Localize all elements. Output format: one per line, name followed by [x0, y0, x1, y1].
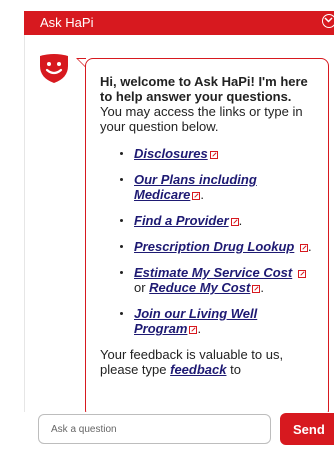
list-item: Join our Living Well Program.: [120, 306, 314, 336]
feedback-text: Your feedback is valuable to us, please …: [100, 347, 314, 377]
external-link-icon[interactable]: [192, 191, 201, 200]
find-provider-link[interactable]: Find a Provider: [134, 213, 229, 228]
quick-links-list: Disclosures Our Plans including Medicare…: [100, 146, 314, 336]
link-joiner: or: [134, 280, 150, 295]
link-suffix: .: [307, 239, 312, 254]
send-button[interactable]: Send: [280, 413, 334, 445]
link-suffix: .: [197, 321, 202, 336]
list-item: Our Plans including Medicare.: [120, 172, 314, 202]
question-input[interactable]: [38, 414, 271, 444]
reduce-cost-link[interactable]: Reduce My Cost: [149, 280, 250, 295]
list-item: Find a Provider.: [120, 213, 314, 228]
list-item: Estimate My Service Cost or Reduce My Co…: [120, 265, 314, 295]
feedback-tail: to: [226, 362, 241, 377]
estimate-cost-link[interactable]: Estimate My Service Cost: [134, 265, 292, 280]
chat-input-bar: Send: [24, 412, 334, 450]
smiley-shield-icon: [38, 52, 70, 84]
external-link-icon[interactable]: [230, 217, 239, 226]
external-link-icon[interactable]: [297, 269, 306, 278]
greeting-text: You may access the links or type in your…: [100, 104, 303, 134]
external-link-icon[interactable]: [189, 325, 198, 334]
prescription-lookup-link[interactable]: Prescription Drug Lookup: [134, 239, 294, 254]
chat-title: Ask HaPi: [40, 15, 94, 30]
page-gutter: [0, 0, 24, 450]
external-link-icon[interactable]: [252, 284, 261, 293]
link-suffix: .: [238, 213, 243, 228]
chat-panel-border: [24, 35, 25, 450]
chevron-down-circle-icon[interactable]: [322, 14, 334, 28]
bot-message-bubble: Hi, welcome to Ask HaPi! I'm here to hel…: [85, 58, 329, 418]
greeting-heading: Hi, welcome to Ask HaPi! I'm here to hel…: [100, 74, 308, 104]
bot-message-content: Hi, welcome to Ask HaPi! I'm here to hel…: [100, 74, 314, 377]
feedback-link[interactable]: feedback: [170, 362, 226, 377]
link-suffix: .: [200, 187, 204, 202]
list-item: Disclosures: [120, 146, 314, 161]
external-link-icon[interactable]: [209, 150, 218, 159]
external-link-icon[interactable]: [299, 243, 308, 252]
disclosures-link[interactable]: Disclosures: [134, 146, 208, 161]
link-suffix: .: [260, 280, 264, 295]
chat-header: Ask HaPi: [24, 11, 334, 35]
list-item: Prescription Drug Lookup .: [120, 239, 314, 254]
